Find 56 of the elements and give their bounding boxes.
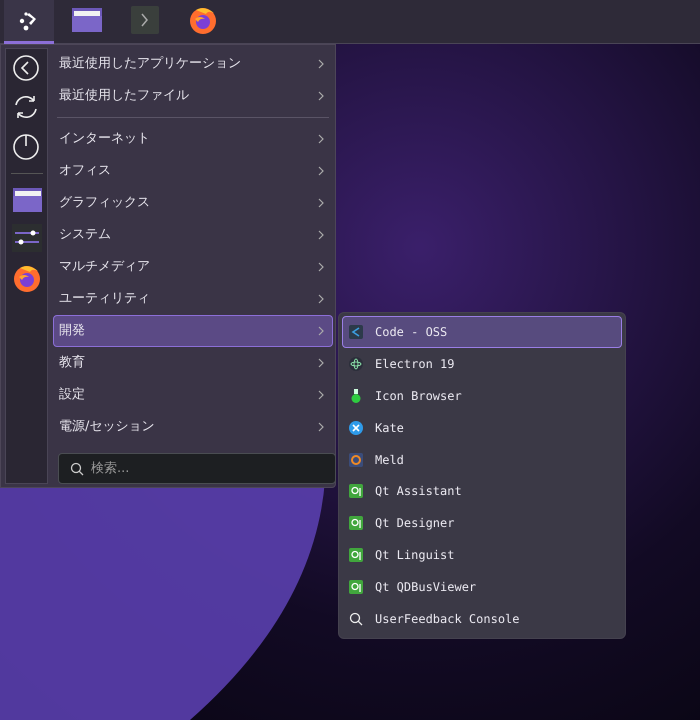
chevron-right-icon: [318, 422, 324, 432]
menu-category[interactable]: 最近使用したアプリケーション: [53, 48, 333, 80]
menu-category[interactable]: オフィス: [53, 155, 333, 187]
chevron-right-icon: [318, 59, 324, 69]
menu-category[interactable]: システム: [53, 219, 333, 251]
chevron-right-icon: [318, 134, 324, 144]
meld-icon: [349, 452, 363, 467]
app-item[interactable]: Qt QDBusViewer: [342, 571, 622, 604]
qt-icon: [349, 484, 363, 498]
chevron-right-icon: [318, 358, 324, 368]
flask-icon: [349, 388, 363, 403]
qt-icon: [349, 516, 363, 530]
search-icon: [70, 462, 84, 476]
menu-category[interactable]: インターネット: [53, 123, 333, 155]
sliders-icon: [12, 224, 42, 254]
menu-category[interactable]: マルチメディア: [53, 251, 333, 283]
app-item[interactable]: Electron 19: [342, 348, 622, 380]
menu-category[interactable]: 開発: [53, 315, 333, 347]
search-field[interactable]: 検索...: [58, 453, 336, 484]
kate-icon: [349, 420, 363, 435]
code-icon: [349, 324, 363, 339]
menu-category[interactable]: 教育: [53, 347, 333, 379]
app-item[interactable]: Meld: [342, 444, 622, 476]
folder-icon: [71, 5, 103, 35]
task-button[interactable]: [4, 0, 54, 44]
app-item[interactable]: Kate: [342, 412, 622, 444]
sidebar-button[interactable]: [10, 223, 42, 255]
app-item[interactable]: Icon Browser: [342, 380, 622, 412]
menu-category[interactable]: 最近使用したファイル: [53, 80, 333, 112]
chevron-right-icon: [318, 198, 324, 208]
chevron-right-icon: [318, 91, 324, 101]
search-icon: [349, 612, 363, 626]
firefox-icon: [188, 5, 218, 35]
chevron-right-icon: [318, 390, 324, 400]
chevron-right-icon: [318, 230, 324, 240]
chevron-right-icon: [318, 262, 324, 272]
terminal-icon: [130, 5, 160, 35]
app-item[interactable]: UserFeedback Console: [342, 603, 622, 636]
firefox-icon: [12, 263, 42, 293]
back-icon: [12, 54, 42, 84]
atom-icon: [349, 356, 363, 371]
power-icon: [12, 132, 42, 162]
qt-icon: [349, 548, 363, 562]
menu-category[interactable]: 電源/セッション: [53, 411, 333, 443]
menu-category[interactable]: グラフィックス: [53, 187, 333, 219]
chevron-right-icon: [318, 294, 324, 304]
app-item[interactable]: Code - OSS: [342, 316, 622, 348]
folder-icon: [12, 185, 42, 215]
qt-icon: [349, 580, 363, 594]
menu-category[interactable]: 設定: [53, 379, 333, 411]
chevron-right-icon: [318, 166, 324, 176]
app-item[interactable]: Qt Linguist: [342, 539, 622, 572]
app-item[interactable]: Qt Assistant: [342, 476, 622, 508]
app-item[interactable]: Qt Designer: [342, 507, 622, 540]
menu-category[interactable]: ユーティリティ: [53, 283, 333, 315]
chevron-right-icon: [318, 326, 324, 336]
